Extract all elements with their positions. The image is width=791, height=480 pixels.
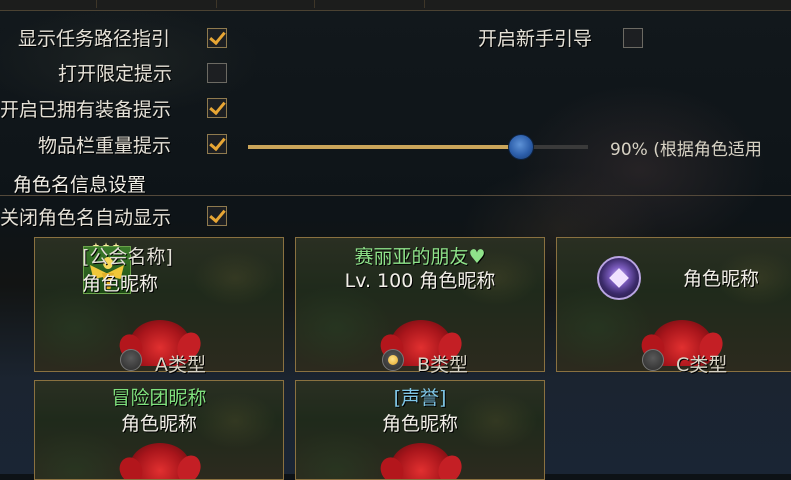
type-b-label: B类型 xyxy=(417,354,469,376)
weight-slider-knob[interactable] xyxy=(508,134,534,160)
level-nickname-text: Lv. 100 角色昵称 xyxy=(344,270,496,292)
tab-segment[interactable] xyxy=(216,0,315,8)
inventory-weight-tip-label: 物品栏重量提示 xyxy=(38,135,172,157)
auto-hide-name-label: 关闭角色名自动显示 xyxy=(0,207,172,229)
weight-slider[interactable] xyxy=(248,134,588,160)
title-text: 赛丽亚的朋友♥ xyxy=(354,246,486,268)
limited-tip-checkbox[interactable] xyxy=(207,63,227,83)
show-quest-path-checkbox[interactable] xyxy=(207,28,227,48)
character-sprite xyxy=(130,443,190,479)
section-divider xyxy=(0,195,791,196)
character-nickname-text: 角色昵称 xyxy=(120,413,197,435)
name-type-d-preview[interactable]: 冒险团昵称 角色昵称 xyxy=(34,380,284,480)
type-b-radio[interactable] xyxy=(382,349,404,371)
newbie-guide-label: 开启新手引导 xyxy=(478,28,593,50)
tab-segment[interactable] xyxy=(0,0,97,8)
character-nickname-text: 角色昵称 xyxy=(381,413,458,435)
owned-equip-tip-label: 开启已拥有装备提示 xyxy=(0,99,172,121)
character-nickname-text: 角色昵称 xyxy=(82,273,159,295)
type-c-label: C类型 xyxy=(676,354,728,376)
weight-slider-text: 90% (根据角色适用 xyxy=(610,140,762,160)
tab-segment[interactable] xyxy=(96,0,217,8)
newbie-guide-checkbox[interactable] xyxy=(623,28,643,48)
name-type-c-preview[interactable]: 角色昵称 xyxy=(556,237,791,372)
reputation-text: [声誉] xyxy=(393,387,447,409)
tab-segment[interactable] xyxy=(314,0,425,8)
limited-tip-label: 打开限定提示 xyxy=(58,63,173,85)
weight-slider-fill xyxy=(248,145,520,149)
name-section-title: 角色名信息设置 xyxy=(13,174,147,196)
type-c-radio[interactable] xyxy=(642,349,664,371)
character-sprite xyxy=(391,443,451,479)
owned-equip-tip-checkbox[interactable] xyxy=(207,98,227,118)
auto-hide-name-checkbox[interactable] xyxy=(207,206,227,226)
type-a-radio[interactable] xyxy=(120,349,142,371)
guild-name-text: [公会名称] xyxy=(82,246,173,268)
top-tab-strip xyxy=(0,0,791,11)
character-nickname-text: 角色昵称 xyxy=(682,268,759,290)
name-type-e-preview[interactable]: [声誉] 角色昵称 xyxy=(295,380,545,480)
type-a-label: A类型 xyxy=(155,354,206,376)
show-quest-path-label: 显示任务路径指引 xyxy=(18,28,171,50)
inventory-weight-tip-checkbox[interactable] xyxy=(207,134,227,154)
adventure-group-name-text: 冒险团昵称 xyxy=(111,387,207,409)
